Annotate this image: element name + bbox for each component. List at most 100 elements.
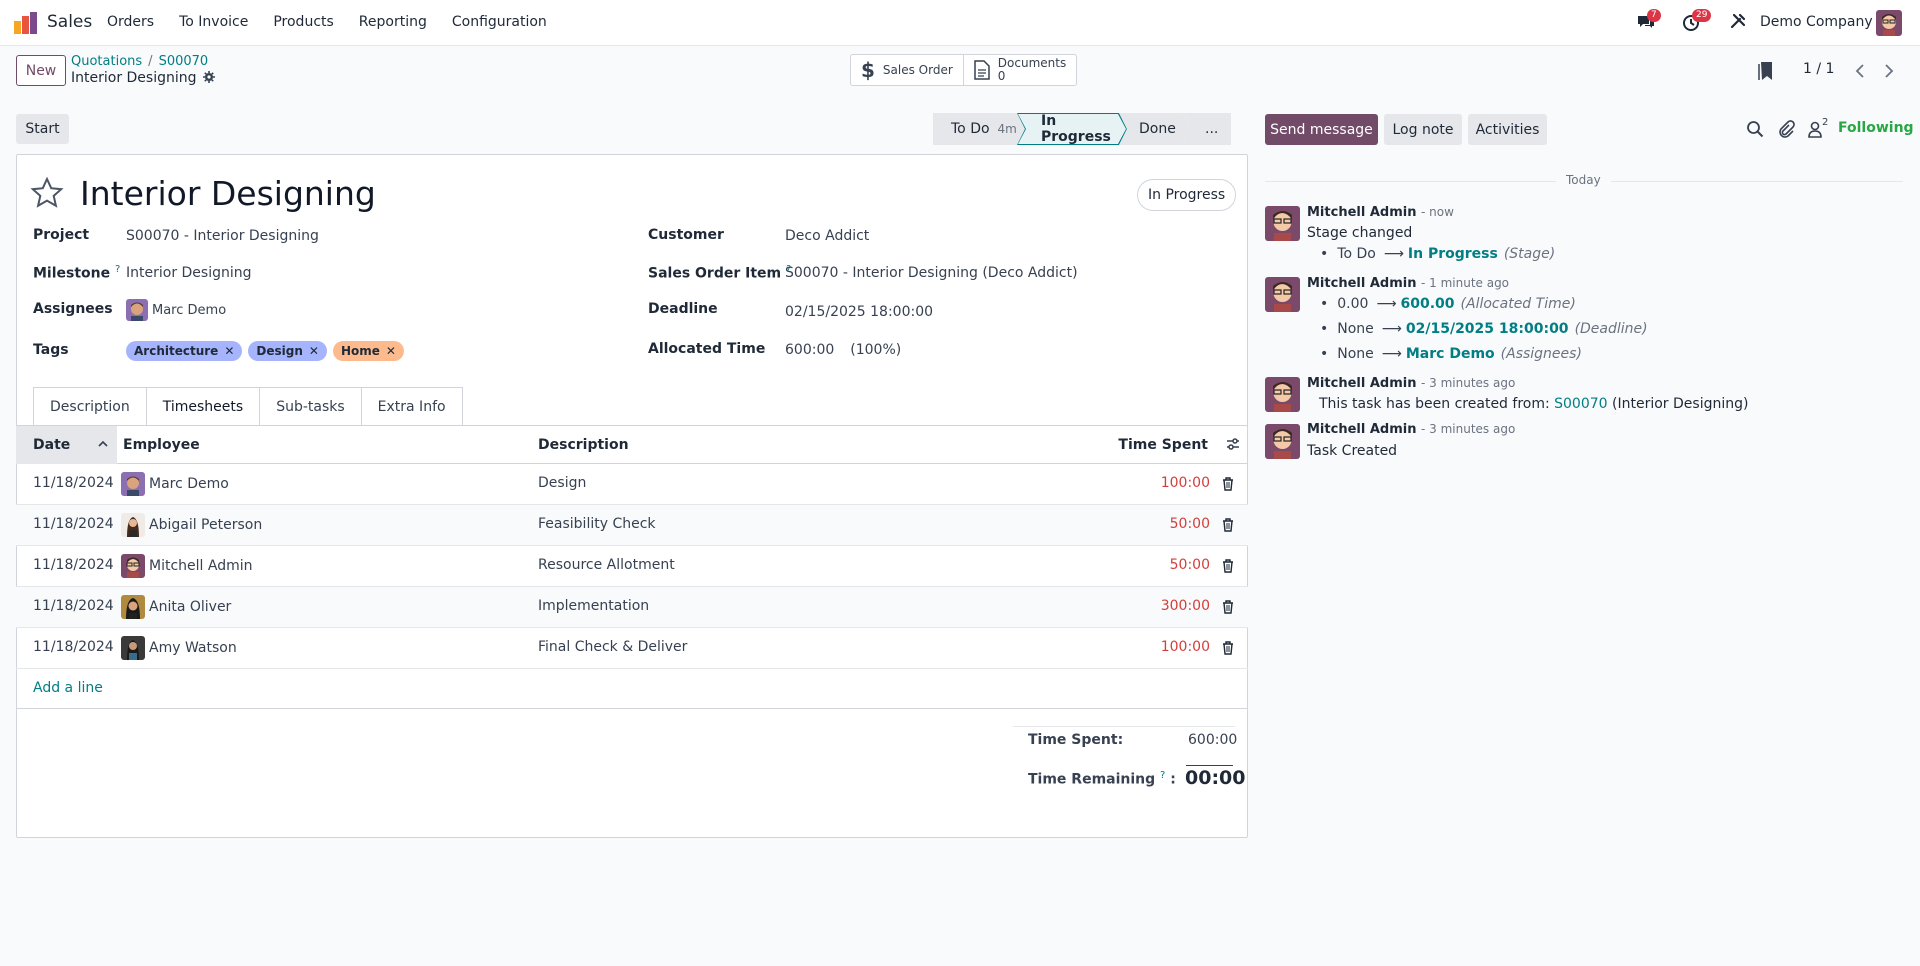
message-text: (Interior Designing)	[1612, 396, 1749, 412]
search-icon[interactable]	[1746, 120, 1764, 138]
table-row[interactable]: 11/18/2024 Marc Demo Design 100:00	[16, 464, 1248, 505]
tab-extra-info[interactable]: Extra Info	[360, 387, 463, 426]
avatar[interactable]	[1265, 277, 1300, 312]
trash-icon[interactable]	[1222, 600, 1234, 614]
menu-products[interactable]: Products	[273, 14, 333, 30]
app-name[interactable]: Sales	[47, 12, 92, 32]
message-author[interactable]: Mitchell Admin - now	[1307, 205, 1454, 220]
menu-configuration[interactable]: Configuration	[452, 14, 547, 30]
remove-tag-icon[interactable]: ✕	[386, 344, 396, 358]
avatar[interactable]	[1265, 377, 1300, 412]
sales-order-smart-button[interactable]: $ Sales Order	[851, 55, 964, 85]
add-a-line-link[interactable]: Add a line	[33, 680, 103, 696]
trash-icon[interactable]	[1222, 559, 1234, 573]
company-switcher[interactable]: Demo Company	[1760, 14, 1873, 30]
stage-in-progress[interactable]: In Progress	[1017, 113, 1127, 145]
gear-icon[interactable]	[202, 71, 215, 83]
tracking-old: To Do	[1337, 246, 1376, 262]
table-row[interactable]: 11/18/2024 Abigail Peterson Feasibility …	[16, 505, 1248, 546]
employee-column-header[interactable]: Employee	[123, 437, 200, 453]
breadcrumb-order[interactable]: S00070	[159, 54, 209, 69]
stage-to-do[interactable]: To Do 4m	[933, 113, 1025, 145]
project-field[interactable]: S00070 - Interior Designing	[126, 228, 319, 244]
pager-value[interactable]: 1 / 1	[1803, 61, 1834, 77]
following-button[interactable]: Following	[1838, 120, 1914, 136]
pager-previous-button[interactable]	[1847, 58, 1873, 84]
help-icon[interactable]: ?	[1160, 770, 1165, 781]
tab-description[interactable]: Description	[33, 387, 147, 426]
activities-button[interactable]: Activities	[1468, 114, 1547, 145]
activity-clock-icon[interactable]: 29	[1681, 9, 1712, 34]
time-spent-column-header[interactable]: Time Spent	[1118, 437, 1208, 453]
author-name: Mitchell Admin	[1307, 276, 1417, 291]
customer-field[interactable]: Deco Addict	[785, 228, 869, 244]
breadcrumb-quotations[interactable]: Quotations	[71, 54, 142, 69]
table-row[interactable]: 11/18/2024 Anita Oliver Implementation 3…	[16, 587, 1248, 628]
sales-app-icon[interactable]	[14, 12, 38, 34]
tracking-old: None	[1337, 346, 1374, 362]
tracking-value: • None ⟶ Marc Demo (Assignees)	[1320, 346, 1582, 362]
description-column-header[interactable]: Description	[538, 437, 629, 453]
tags-field[interactable]: Architecture ✕ Design ✕ Home ✕	[126, 341, 410, 361]
deadline-field[interactable]: 02/15/2025 18:00:00	[785, 304, 933, 320]
message-author[interactable]: Mitchell Admin - 3 minutes ago	[1307, 376, 1515, 391]
bookmark-icon[interactable]	[1758, 61, 1774, 81]
assignees-field[interactable]: Marc Demo	[126, 299, 226, 321]
table-row[interactable]: 11/18/2024 Amy Watson Final Check & Deli…	[16, 628, 1248, 669]
debug-tools-icon[interactable]	[1729, 12, 1751, 34]
star-icon[interactable]	[30, 176, 64, 210]
remove-tag-icon[interactable]: ✕	[224, 344, 234, 358]
allocated-time-field[interactable]: 600:00 (100%)	[785, 342, 901, 358]
milestone-label: Milestone ?	[33, 264, 120, 282]
message-author[interactable]: Mitchell Admin - 1 minute ago	[1307, 276, 1509, 291]
trash-icon[interactable]	[1222, 641, 1234, 655]
date-column-header[interactable]: Date	[16, 426, 117, 464]
tracking-new: In Progress	[1407, 246, 1498, 262]
pager-next-button[interactable]	[1876, 58, 1902, 84]
tab-sub-tasks[interactable]: Sub-tasks	[259, 387, 362, 426]
task-state-button[interactable]: In Progress	[1137, 179, 1237, 211]
help-icon[interactable]: ?	[115, 264, 120, 275]
milestone-label-text: Milestone	[33, 265, 111, 282]
optional-columns-icon[interactable]	[1226, 437, 1240, 451]
message-date: - 3 minutes ago	[1420, 376, 1516, 390]
send-message-button[interactable]: Send message	[1265, 114, 1378, 145]
tracking-new: 600.00	[1400, 296, 1455, 312]
row-description: Implementation	[538, 598, 650, 614]
employee-name: Amy Watson	[149, 640, 237, 656]
new-button[interactable]: New	[16, 55, 66, 86]
sales-order-item-field[interactable]: S00070 - Interior Designing (Deco Addict…	[785, 265, 1078, 281]
stage-done[interactable]: Done	[1119, 113, 1191, 145]
menu-to-invoice[interactable]: To Invoice	[179, 14, 248, 30]
tracking-field: (Allocated Time)	[1460, 296, 1576, 312]
message-author[interactable]: Mitchell Admin - 3 minutes ago	[1307, 422, 1515, 437]
documents-count: 0	[997, 69, 1006, 83]
start-timer-button[interactable]: Start	[16, 114, 69, 144]
menu-reporting[interactable]: Reporting	[359, 14, 427, 30]
time-spent-total: 600:00	[1188, 732, 1238, 748]
tag-label: Architecture	[134, 344, 219, 358]
sales-order-item-label-text: Sales Order Item	[648, 265, 782, 282]
stage-duration: 4m	[997, 122, 1017, 136]
menu-orders[interactable]: Orders	[107, 14, 154, 30]
paperclip-icon[interactable]	[1777, 120, 1795, 138]
tab-timesheets[interactable]: Timesheets	[145, 387, 261, 426]
documents-label: Documents	[997, 56, 1067, 70]
trash-icon[interactable]	[1222, 477, 1234, 491]
stage-done-label: Done	[1139, 121, 1176, 137]
user-avatar[interactable]	[1876, 10, 1902, 36]
documents-smart-button[interactable]: Documents 0	[964, 55, 1076, 85]
table-row[interactable]: 11/18/2024 Mitchell Admin Resource Allot…	[16, 546, 1248, 587]
remove-tag-icon[interactable]: ✕	[309, 344, 319, 358]
trash-icon[interactable]	[1222, 518, 1234, 532]
milestone-field[interactable]: Interior Designing	[126, 265, 252, 281]
message-date: - 3 minutes ago	[1420, 422, 1516, 436]
log-note-button[interactable]: Log note	[1384, 114, 1462, 145]
sales-order-link[interactable]: S00070	[1554, 396, 1607, 412]
messages-icon[interactable]: 7	[1636, 9, 1661, 34]
employee-name: Abigail Peterson	[149, 517, 263, 533]
row-time-spent: 50:00	[1169, 557, 1210, 573]
avatar[interactable]	[1265, 424, 1300, 459]
avatar[interactable]	[1265, 206, 1300, 241]
task-title[interactable]: Interior Designing	[80, 174, 376, 213]
